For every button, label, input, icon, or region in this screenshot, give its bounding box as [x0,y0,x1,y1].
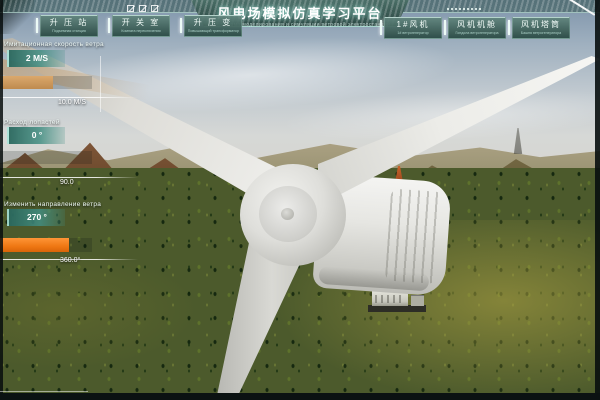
blade-pitch-max: 90.0 [60,179,74,186]
nav-button-sublabel: Гондола ветрогенератора [455,30,499,35]
guide-line [100,56,101,112]
nav-button-turbine-tower[interactable]: 风机塔筒 Башня ветрогенератора [508,17,570,39]
nav-button-sublabel: Башня ветрогенератора [520,30,562,35]
wind-speed-value: 2 M/S [7,50,65,67]
header-dots-decoration [447,8,483,10]
wind-speed-label: Имитационная скорость ветра [4,41,104,48]
nav-button-booster-station[interactable]: 升 压 站 Подъемная станция [36,15,98,37]
header-checkbox-icons [127,5,158,12]
frame-left [0,0,3,400]
blade-pitch-label: Расход лопастей [4,119,60,126]
nav-button-label: 风机机舱 [457,20,497,29]
nav-button-sublabel: 1# ветрогенератор [397,30,429,35]
checkbox-icon [127,5,134,12]
bottom-guide-line [0,391,88,392]
nav-button-label: 1#风机 [396,20,430,29]
frame-right [595,0,600,400]
blade-pitch-slider[interactable] [0,151,92,164]
nav-button-switch-room[interactable]: 开 关 室 Комната переключения [108,15,170,37]
wind-direction-slider[interactable] [0,238,92,252]
nav-right: 1#风机 1# ветрогенератор 风机机舱 Гондола ветр… [380,17,570,39]
wind-direction-max: 360.0° [60,257,81,264]
blade-pitch-value: 0 ° [7,127,65,144]
frame-bottom [0,393,600,400]
nav-button-sublabel: Комната переключения [121,28,161,33]
nav-button-label: 升 压 站 [49,18,89,27]
blade-pitch-scale [0,177,138,178]
hud-overlay: 风电场模拟仿真学习平台 Платформа моделирования и си… [0,0,600,400]
wind-direction-slider-fill [0,238,69,252]
wind-direction-value: 270 ° [7,209,65,226]
nav-button-step-up-transformer[interactable]: 升 压 变 Повышающий трансформатор [180,15,242,37]
nav-button-label: 风机塔筒 [521,20,561,29]
wind-speed-scale [0,97,138,98]
nav-button-sublabel: Повышающий трансформатор [187,28,239,33]
nav-button-turbine-nacelle[interactable]: 风机机舱 Гондола ветрогенератора [444,17,506,39]
checkbox-icon [139,5,146,12]
nav-button-label: 升 压 变 [193,18,233,27]
nav-left: 升 压 站 Подъемная станция 开 关 室 Комната пе… [36,15,242,37]
nav-button-label: 开 关 室 [121,18,161,27]
wind-speed-slider[interactable] [0,76,92,89]
nav-button-sublabel: Подъемная станция [52,28,86,33]
wind-speed-max: 10.0 M/S [58,99,87,106]
wind-direction-label: Изменить направление ветра [4,201,102,208]
wind-speed-slider-fill [0,76,54,89]
app-window: 风电场模拟仿真学习平台 Платформа моделирования и си… [0,0,600,400]
checkbox-icon [151,5,158,12]
nav-button-turbine-1[interactable]: 1#风机 1# ветрогенератор [380,17,442,39]
